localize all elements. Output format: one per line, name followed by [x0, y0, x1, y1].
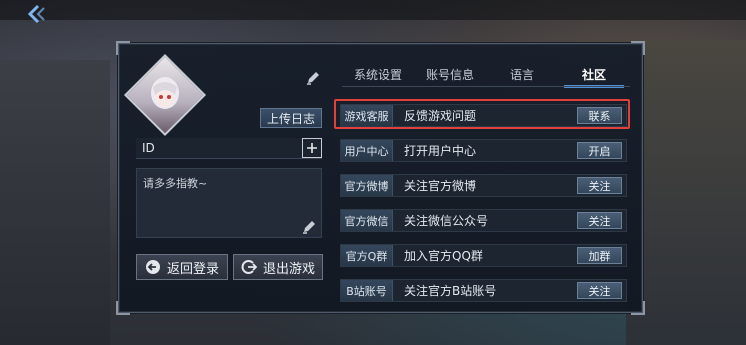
background-right-building: [626, 40, 746, 345]
back-to-login-label: 返回登录: [166, 261, 219, 277]
exit-icon: [241, 260, 257, 274]
community-row-weibo: 官方微博 关注官方微博 关注: [340, 174, 627, 197]
row-description: 打开用户中心: [404, 144, 477, 158]
avatar-portrait: [144, 74, 186, 116]
back-button[interactable]: [22, 2, 52, 26]
panel-corner: [631, 301, 645, 315]
edit-signature-icon[interactable]: [301, 219, 317, 235]
signature-box[interactable]: 请多多指教~: [136, 168, 322, 238]
player-id-field: ID: [136, 138, 322, 159]
return-icon: [145, 260, 160, 274]
row-description: 关注官方B站账号: [404, 284, 497, 298]
id-label: ID: [142, 141, 155, 155]
tab-community[interactable]: 社区: [558, 66, 630, 88]
row-description: 加入官方QQ群: [404, 249, 483, 263]
panel-corner: [116, 41, 130, 55]
tab-divider: [342, 86, 630, 87]
selection-highlight: [334, 99, 630, 129]
follow-bilibili-button[interactable]: 关注: [577, 282, 622, 299]
open-user-center-button[interactable]: 开启: [577, 142, 622, 159]
edit-avatar-icon[interactable]: [305, 70, 321, 86]
settings-tabs: 系统设置 账号信息 语言 社区: [342, 66, 630, 88]
add-icon: [307, 143, 317, 153]
row-label: B站账号: [341, 280, 393, 301]
row-label: 官方微信: [341, 210, 393, 231]
panel-corner: [631, 41, 645, 55]
back-chevron-icon: [27, 4, 45, 24]
follow-weibo-button[interactable]: 关注: [577, 177, 622, 194]
follow-wechat-button[interactable]: 关注: [577, 212, 622, 229]
community-row-user-center: 用户中心 打开用户中心 开启: [340, 139, 627, 162]
row-label: 官方Q群: [341, 245, 393, 266]
signature-text: 请多多指教~: [143, 177, 208, 190]
row-description: 关注微信公众号: [404, 214, 489, 228]
exit-game-button[interactable]: 退出游戏: [233, 254, 323, 280]
exit-game-label: 退出游戏: [262, 261, 315, 277]
community-row-wechat: 官方微信 关注微信公众号 关注: [340, 209, 627, 232]
tab-language[interactable]: 语言: [486, 66, 558, 88]
row-label: 用户中心: [341, 140, 393, 161]
back-to-login-button[interactable]: 返回登录: [136, 254, 228, 280]
settings-panel: 上传日志 ID 请多多指教~ 返回登录 退出游戏 系统设置 账号信息 语言 社区…: [116, 41, 645, 315]
join-qq-group-button[interactable]: 加群: [577, 247, 622, 264]
community-row-bilibili: B站账号 关注官方B站账号 关注: [340, 279, 627, 302]
avatar[interactable]: [123, 53, 207, 137]
copy-id-button[interactable]: [302, 138, 322, 158]
tab-system-settings[interactable]: 系统设置: [342, 66, 414, 88]
upload-log-button[interactable]: 上传日志: [260, 108, 322, 128]
community-list: 游戏客服 反馈游戏问题 联系 用户中心 打开用户中心 开启 官方微博 关注官方微…: [340, 104, 627, 314]
community-row-qq-group: 官方Q群 加入官方QQ群 加群: [340, 244, 627, 267]
background-top: [0, 0, 746, 20]
tab-account-info[interactable]: 账号信息: [414, 66, 486, 88]
background-left-building: [0, 60, 110, 345]
row-description: 关注官方微博: [404, 179, 477, 193]
panel-corner: [116, 301, 130, 315]
row-label: 官方微博: [341, 175, 393, 196]
